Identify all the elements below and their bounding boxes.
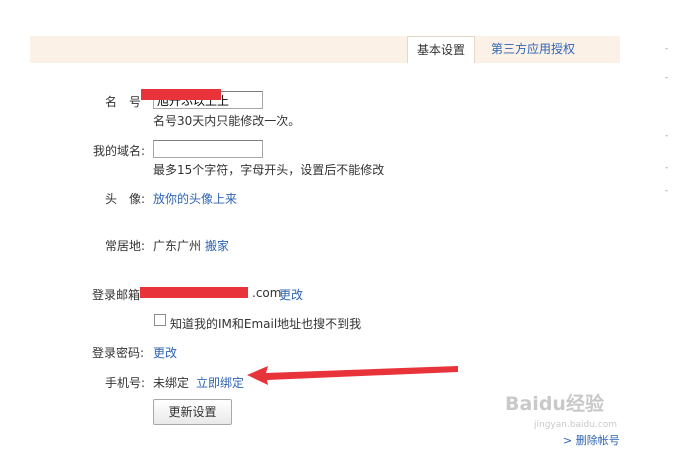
edge-glyph: ‑: [665, 186, 669, 194]
edge-glyph: ‑: [665, 163, 669, 171]
watermark-logo: Baidu经验: [505, 393, 604, 415]
annotation-arrow-icon: [247, 366, 458, 385]
update-settings-button[interactable]: 更新设置: [153, 399, 232, 425]
delete-account-link[interactable]: > 删除帐号: [563, 432, 620, 448]
edge-glyph: ‑: [665, 73, 669, 81]
edge-glyph: ‑: [665, 44, 669, 52]
watermark-url: jingyan.baidu.com: [534, 420, 618, 430]
edge-glyph: ‑: [665, 131, 669, 139]
